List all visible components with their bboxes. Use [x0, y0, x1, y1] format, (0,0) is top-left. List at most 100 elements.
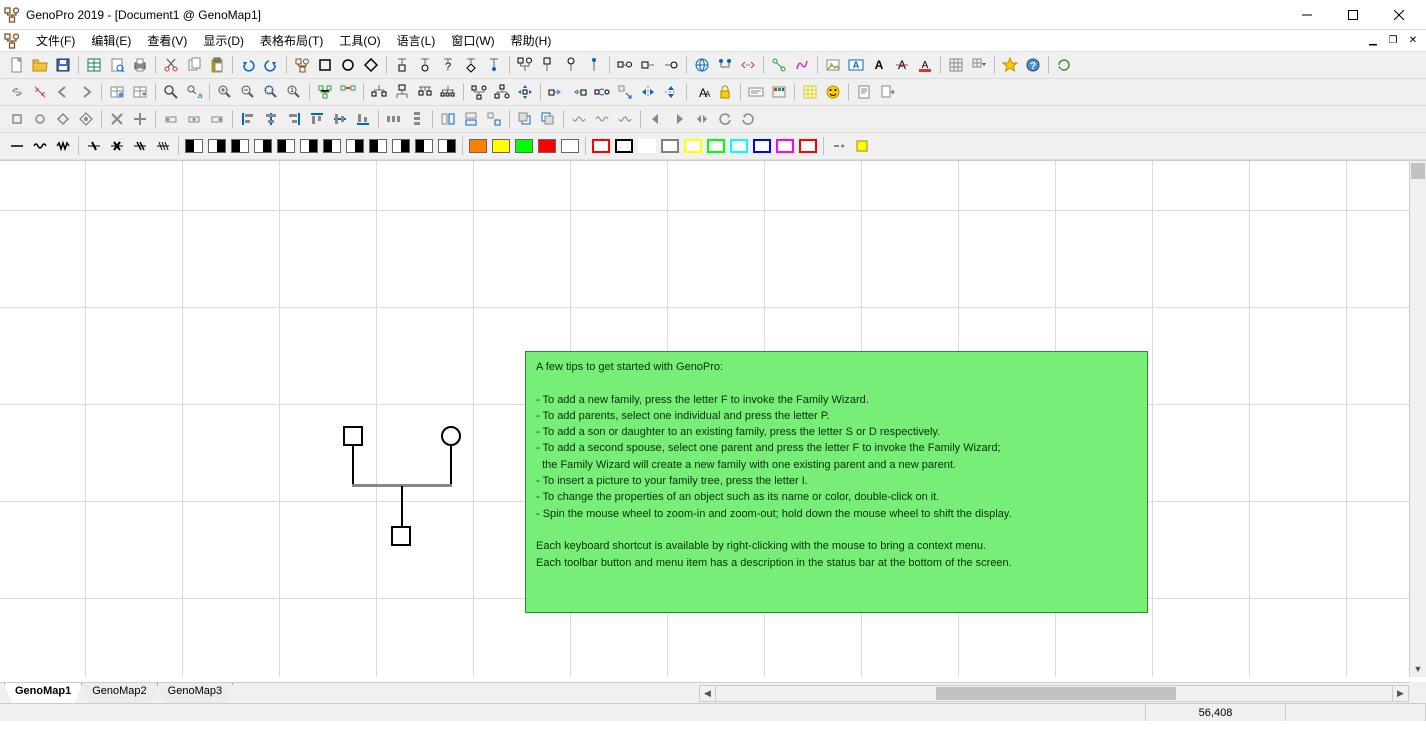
menu-edit[interactable]: 编辑(E)	[83, 30, 139, 51]
redo-icon[interactable]	[260, 54, 282, 76]
horizontal-scroll-thumb[interactable]	[936, 687, 1176, 700]
show-labels-icon[interactable]	[745, 81, 767, 103]
align-left-icon[interactable]	[237, 108, 259, 130]
fill-pattern-c2-icon[interactable]	[436, 135, 458, 157]
zoom-out-icon[interactable]	[237, 81, 259, 103]
autoarrange-icon[interactable]	[314, 81, 336, 103]
mdi-minimize-button[interactable]: ▁	[1364, 33, 1382, 49]
rotate-right-icon[interactable]	[737, 108, 759, 130]
scroll-down-arrow[interactable]: ▼	[1410, 660, 1426, 677]
style-box-icon[interactable]	[851, 135, 873, 157]
border-color-8-icon[interactable]	[774, 135, 796, 157]
maximize-button[interactable]	[1330, 0, 1376, 30]
refresh-icon[interactable]	[1053, 54, 1075, 76]
copy-icon[interactable]	[183, 54, 205, 76]
menu-display[interactable]: 显示(D)	[195, 30, 252, 51]
fill-color-3-icon[interactable]	[536, 135, 558, 157]
undo-icon[interactable]	[237, 54, 259, 76]
tree-compact-icon[interactable]	[414, 81, 436, 103]
bookmark-icon[interactable]	[106, 81, 128, 103]
descendants-icon[interactable]	[491, 81, 513, 103]
print-icon[interactable]	[129, 54, 151, 76]
slash-2-cross-icon[interactable]	[106, 135, 128, 157]
print-preview-icon[interactable]	[106, 54, 128, 76]
fill-pattern-ht-icon[interactable]	[367, 135, 389, 157]
align-tree-left-icon[interactable]	[368, 81, 390, 103]
death-plus-icon[interactable]	[129, 108, 151, 130]
new-son-icon[interactable]	[391, 54, 413, 76]
link-as-child-icon[interactable]	[483, 54, 505, 76]
mirror-h-icon[interactable]	[637, 81, 659, 103]
send-back-icon[interactable]	[537, 108, 559, 130]
emotional-relation-icon[interactable]	[791, 54, 813, 76]
slash-2-icon[interactable]	[129, 135, 151, 157]
bring-front-icon[interactable]	[514, 108, 536, 130]
line-solid-icon[interactable]	[6, 135, 28, 157]
new-father-icon[interactable]	[537, 54, 559, 76]
detach-move-icon[interactable]	[614, 81, 636, 103]
bold-icon[interactable]: A	[868, 54, 890, 76]
new-daughter-icon[interactable]	[414, 54, 436, 76]
social-relation-icon[interactable]	[768, 54, 790, 76]
swap-mates-icon[interactable]	[591, 81, 613, 103]
cut-icon[interactable]	[160, 54, 182, 76]
autoarrange-spacing-icon[interactable]	[337, 81, 359, 103]
hyperlink-icon[interactable]	[691, 54, 713, 76]
gender-unknown-icon[interactable]	[52, 108, 74, 130]
line-wave-icon[interactable]	[29, 135, 51, 157]
tab-genomap3[interactable]: GenoMap3	[157, 683, 233, 704]
show-colors-icon[interactable]	[768, 81, 790, 103]
save-icon[interactable]	[52, 54, 74, 76]
new-pet-icon[interactable]	[360, 54, 382, 76]
new-mother-icon[interactable]	[560, 54, 582, 76]
vertical-scroll-thumb[interactable]	[1411, 163, 1425, 179]
mdi-close-button[interactable]: ✕	[1404, 33, 1422, 49]
fill-pattern-diag1-icon[interactable]	[229, 135, 251, 157]
zoom-in-icon[interactable]	[214, 81, 236, 103]
wave-0-icon[interactable]	[568, 108, 590, 130]
find-icon[interactable]	[160, 81, 182, 103]
same-height-icon[interactable]	[460, 108, 482, 130]
new-pet-child-icon[interactable]	[460, 54, 482, 76]
table-layout-icon[interactable]	[83, 54, 105, 76]
goto-bookmark-icon[interactable]	[129, 81, 151, 103]
new-female-icon[interactable]	[337, 54, 359, 76]
menu-language[interactable]: 语言(L)	[389, 30, 444, 51]
menu-help[interactable]: 帮助(H)	[503, 30, 560, 51]
link-icon[interactable]	[6, 81, 28, 103]
new-wife-icon[interactable]	[660, 54, 682, 76]
report-icon[interactable]	[853, 81, 875, 103]
marker-2-icon[interactable]	[206, 108, 228, 130]
slash-1-icon[interactable]	[83, 135, 105, 157]
fill-color-0-icon[interactable]	[467, 135, 489, 157]
line-zigzag-icon[interactable]	[52, 135, 74, 157]
date-star-icon[interactable]	[999, 54, 1021, 76]
unlink2-icon[interactable]	[29, 81, 51, 103]
minimize-button[interactable]	[1284, 0, 1330, 30]
slash-3-icon[interactable]	[152, 135, 174, 157]
align-top-icon[interactable]	[306, 108, 328, 130]
border-color-7-icon[interactable]	[751, 135, 773, 157]
menu-file[interactable]: 文件(F)	[28, 30, 83, 51]
tree-spread-icon[interactable]	[437, 81, 459, 103]
align-center-h-icon[interactable]	[260, 108, 282, 130]
lock-icon[interactable]	[714, 81, 736, 103]
close-button[interactable]	[1376, 0, 1422, 30]
grid-toggle-icon[interactable]	[945, 54, 967, 76]
gender-female-icon[interactable]	[29, 108, 51, 130]
border-color-5-icon[interactable]	[705, 135, 727, 157]
border-color-1-icon[interactable]	[613, 135, 635, 157]
new-mate-icon[interactable]	[614, 54, 636, 76]
mdi-restore-button[interactable]: ❐	[1384, 33, 1402, 49]
fill-pattern-left-icon[interactable]	[321, 135, 343, 157]
fill-pattern-top-icon[interactable]	[275, 135, 297, 157]
nav-forward-icon[interactable]	[75, 81, 97, 103]
border-color-6-icon[interactable]	[728, 135, 750, 157]
fill-color-1-icon[interactable]	[490, 135, 512, 157]
family-wizard-icon[interactable]	[291, 54, 313, 76]
border-color-2-icon[interactable]	[636, 135, 658, 157]
new-husband-icon[interactable]	[637, 54, 659, 76]
mirror-v-icon[interactable]	[660, 81, 682, 103]
new-unknown-child-icon[interactable]: ?	[437, 54, 459, 76]
flip-left-icon[interactable]	[645, 108, 667, 130]
